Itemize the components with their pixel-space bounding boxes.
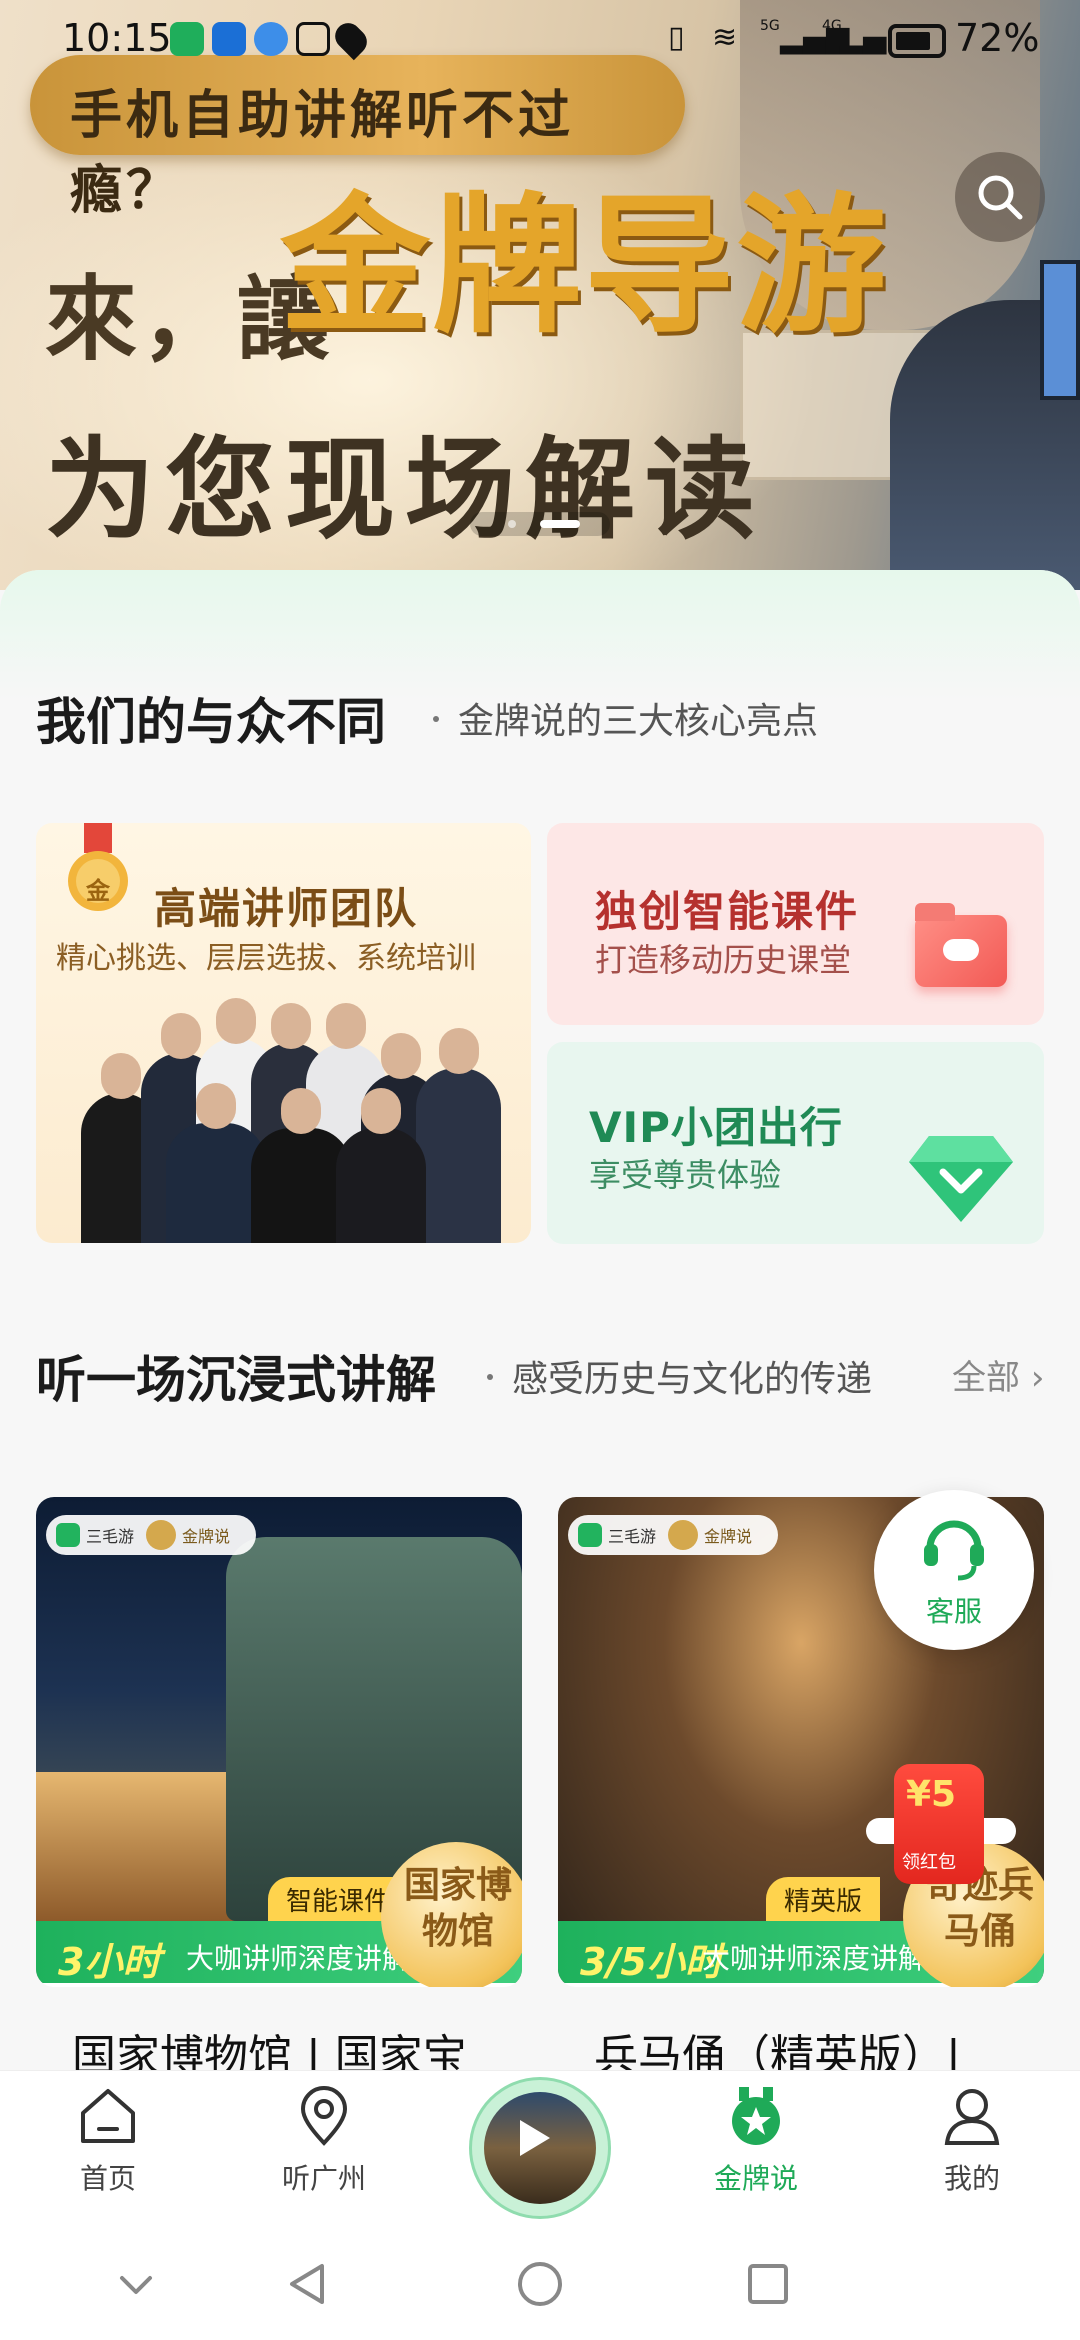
feature-course-title: 独创智能课件 <box>595 887 860 936</box>
battery-percent: 72% <box>955 16 1040 60</box>
view-all-label: 全部 <box>952 1358 1020 1398</box>
hero-banner[interactable]: 手机自助讲解听不过瘾？ 來，讓 金牌导游 为您现场解读 <box>0 0 1080 590</box>
network-5g-label: 5G <box>760 18 780 34</box>
panel-gradient <box>0 570 1080 700</box>
title-separator <box>487 1374 493 1380</box>
tour-card-museum[interactable]: 三毛游 金牌说 智能课件 3小时 大咖讲师深度讲解 国家博物馆 <box>36 1497 522 1987</box>
red-packet-label: 领红包 <box>902 1852 956 1873</box>
brand-logo: 三毛游 金牌说 <box>568 1515 778 1555</box>
red-packet-button[interactable]: ¥5 领红包 <box>866 1756 1016 1896</box>
feature-vip-subtitle: 享受尊贵体验 <box>589 1156 782 1194</box>
app-screen: { "status_bar": { "time": "10:15", "batt… <box>0 0 1080 2340</box>
banner-dot-active[interactable] <box>540 520 580 528</box>
customer-service-label: 客服 <box>925 1595 982 1628</box>
navigation-notification-icon <box>212 22 246 56</box>
location-icon <box>329 17 373 61</box>
teacher-group-photo <box>81 993 501 1243</box>
back-icon[interactable] <box>284 2260 332 2308</box>
search-icon <box>978 175 1023 220</box>
play-icon <box>520 2120 550 2156</box>
tour-seal: 国家博物馆 <box>381 1842 522 1987</box>
feature-teachers-title: 高端讲师团队 <box>154 884 419 933</box>
nav-listen[interactable]: 听广州 <box>244 2085 404 2225</box>
wifi-icon: ≋ <box>712 20 738 55</box>
location-pin-icon <box>300 2086 348 2146</box>
section-highlights-title: 我们的与众不同 <box>36 693 386 751</box>
nav-me[interactable]: 我的 <box>892 2085 1052 2225</box>
app-notification-icon <box>170 22 204 56</box>
audio-player-button[interactable] <box>472 2080 608 2216</box>
section-immersive-subtitle: 感受历史与文化的传递 <box>512 1359 873 1400</box>
section-highlights-subtitle: 金牌说的三大核心亮点 <box>458 701 819 742</box>
title-separator <box>433 716 439 722</box>
hero-gold-title: 金牌导游 <box>280 178 889 354</box>
search-button[interactable] <box>955 152 1045 242</box>
chevron-right-icon: › <box>1030 1358 1045 1398</box>
tour-strip-text: 大咖讲师深度讲解 <box>186 1942 411 1975</box>
network-4g-label: 4G <box>822 18 842 34</box>
hero-line2: 为您现场解读 <box>45 425 765 554</box>
feature-vip-title: VIP小团出行 <box>589 1103 843 1152</box>
section-immersive-title: 听一场沉浸式讲解 <box>36 1351 436 1409</box>
nav-listen-label: 听广州 <box>281 2162 366 2195</box>
tour-strip-text: 大咖讲师深度讲解 <box>702 1942 927 1975</box>
nav-home[interactable]: 首页 <box>28 2085 188 2225</box>
battery-icon <box>888 24 946 58</box>
signal-2-icon: ▂▄ <box>840 20 887 55</box>
home-circle-icon[interactable] <box>516 2260 564 2308</box>
headset-icon <box>924 1520 984 1581</box>
teacher-figure <box>416 1028 501 1243</box>
hero-photo-screen <box>1040 260 1080 400</box>
red-packet-amount: ¥5 <box>906 1774 957 1815</box>
nav-gold-label: 金牌说 <box>713 2162 798 2195</box>
feature-card-vip[interactable]: VIP小团出行 享受尊贵体验 <box>547 1042 1044 1244</box>
cloud-folder-icon <box>915 903 1007 987</box>
banner-dot[interactable] <box>508 520 516 528</box>
nav-me-label: 我的 <box>943 2162 1000 2195</box>
recents-icon[interactable] <box>744 2260 792 2308</box>
user-icon <box>944 2089 1000 2145</box>
feature-course-subtitle: 打造移动历史课堂 <box>595 941 852 979</box>
view-all-link[interactable]: 全部 › <box>952 1350 1044 1399</box>
nav-home-label: 首页 <box>79 2162 136 2195</box>
brand-logo: 三毛游 金牌说 <box>46 1515 256 1555</box>
chevron-down-icon[interactable] <box>112 2260 160 2308</box>
medal-badge-icon <box>732 2087 780 2145</box>
home-icon <box>81 2089 135 2143</box>
feature-card-course[interactable]: 独创智能课件 打造移动历史课堂 <box>547 823 1044 1025</box>
feature-card-teachers[interactable]: 金 高端讲师团队 精心挑选、层层选拔、系统培训 <box>36 823 531 1243</box>
teacher-figure <box>336 1088 426 1243</box>
tour-tag: 精英版 <box>766 1877 881 1921</box>
system-navigation-bar <box>0 2230 1080 2340</box>
diamond-icon <box>909 1136 1013 1222</box>
nav-gold[interactable]: 金牌说 <box>676 2085 836 2225</box>
medal-label: 金 <box>86 877 110 905</box>
vibrate-icon: ▯ <box>668 20 685 55</box>
status-time: 10:15 <box>62 16 172 60</box>
feature-teachers-subtitle: 精心挑选、层层选拔、系统培训 <box>56 941 476 976</box>
browser-notification-icon <box>254 22 288 56</box>
nfc-icon <box>296 22 330 56</box>
status-bar: 10:15 ▯ ≋ 5G ▂▄▆ 4G ▂▄ 72% <box>0 0 1080 80</box>
banner-pagination[interactable] <box>470 512 610 536</box>
tour-hours: 3小时 <box>58 1940 161 1984</box>
customer-service-button[interactable]: 客服 <box>874 1490 1034 1650</box>
